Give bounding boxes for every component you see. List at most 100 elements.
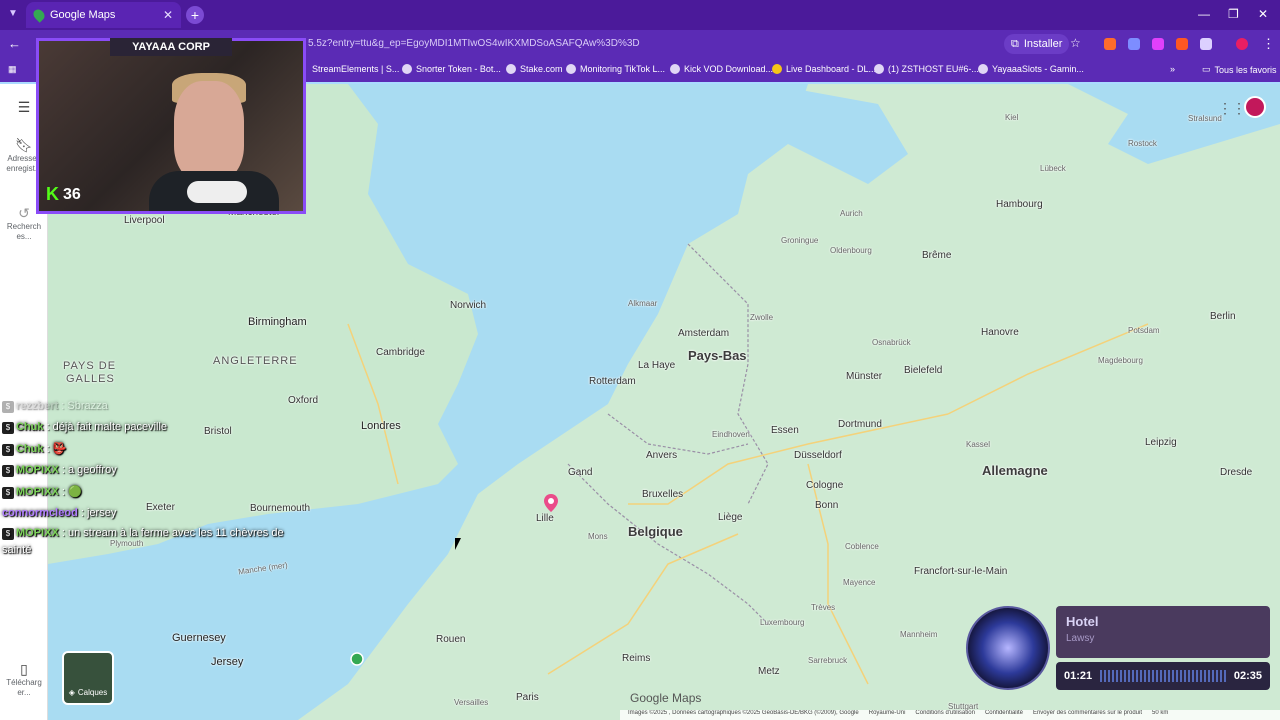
elapsed-time: 01:21 (1064, 670, 1093, 682)
bookmark-item[interactable]: Kick VOD Download... (670, 64, 773, 74)
map-label-city: Liège (718, 512, 743, 523)
waveform (1100, 670, 1226, 682)
song-info: Hotel Lawsy (1056, 606, 1270, 658)
bookmark-item[interactable]: (1) ZSTHOST EU#6-... (874, 64, 979, 74)
more-bookmarks-icon[interactable]: » (1170, 64, 1175, 74)
map-label-city: Versailles (454, 698, 489, 707)
maximize-icon[interactable]: ❐ (1228, 7, 1239, 21)
region-link[interactable]: Royaume-Uni (869, 710, 906, 720)
place-marker-icon[interactable] (350, 652, 364, 666)
map-footer: Images ©2025 , Données cartographiques ©… (620, 710, 1280, 720)
google-maps-logo: Google Maps (630, 691, 702, 705)
map-label-city: Francfort-sur-le-Main (914, 566, 1008, 577)
map-label-city: Mons (588, 532, 608, 541)
microphone (187, 181, 247, 203)
chat-badge-icon: $ (2, 528, 14, 540)
map-label-city: Paris (516, 692, 539, 703)
chat-message: $ rezzbert : Sbrazza (2, 400, 342, 413)
map-label-city: Mayence (843, 578, 876, 587)
playback-bar: 01:21 02:35 (1056, 662, 1270, 690)
map-label-city: Stralsund (1188, 114, 1222, 123)
all-favorites-folder[interactable]: ▭ Tous les favoris (1202, 64, 1277, 75)
tab-google-maps[interactable]: Google Maps ✕ (26, 2, 181, 28)
map-label-city: Dresde (1220, 467, 1253, 478)
extension-icon[interactable] (1104, 38, 1116, 50)
location-pin-icon[interactable] (544, 494, 558, 512)
chat-message-continuation: sainté (2, 544, 32, 556)
bookmark-item[interactable]: Stake.com (506, 64, 563, 74)
map-label-city: Metz (758, 666, 780, 677)
map-label-country: Allemagne (982, 463, 1048, 478)
map-label-city: Londres (361, 420, 401, 432)
minimize-icon[interactable]: — (1198, 7, 1210, 21)
map-label-city: Eindhoven (712, 430, 750, 439)
account-avatar[interactable] (1244, 96, 1266, 118)
bookmark-item[interactable]: StreamElements | S... (312, 64, 399, 74)
map-label-city: Guernesey (172, 632, 226, 644)
bookmark-favicon-icon (402, 64, 412, 74)
chat-badge-icon: $ (2, 465, 14, 477)
download-app-button[interactable]: ▯ Télécharg er... (0, 662, 48, 698)
song-title: Hotel (1066, 614, 1099, 629)
scale-label: 50 km (1152, 710, 1169, 716)
tab-dropdown-icon[interactable]: ▼ (8, 8, 18, 19)
map-label-city: Liverpool (124, 215, 165, 226)
map-label-city: Gand (568, 467, 593, 478)
back-arrow-icon[interactable]: ← (8, 36, 21, 51)
map-label-region: ANGLETERRE (213, 355, 298, 367)
profile-avatar-icon[interactable] (1236, 38, 1248, 50)
chat-message: $ MOPIXX : un stream à la ferme avec les … (2, 527, 342, 540)
star-icon[interactable]: ☆ (1070, 36, 1081, 50)
close-tab-icon[interactable]: ✕ (163, 8, 173, 22)
extension-icon[interactable] (1128, 38, 1140, 50)
map-label-city: Mannheim (900, 630, 938, 639)
map-label-city: Lille (536, 513, 554, 524)
map-label-city: Berlin (1210, 311, 1236, 322)
bookmark-item[interactable]: Monitoring TikTok L... (566, 64, 665, 74)
chat-message: $ MOPIXX : a geoffroy (2, 464, 342, 477)
map-label-city: Magdebourg (1098, 356, 1143, 365)
map-label-city: Essen (771, 425, 799, 436)
map-label-city: Sarrebruck (808, 656, 848, 665)
privacy-link[interactable]: Confidentialité (985, 710, 1023, 720)
viewer-count: K 36 (46, 184, 81, 204)
map-label-city: Reims (622, 653, 651, 664)
map-label-city: Rouen (436, 634, 466, 645)
chat-message: $ Chuk : 👺 (2, 442, 342, 456)
extensions-puzzle-icon[interactable] (1200, 38, 1212, 50)
bookmark-favicon-icon (978, 64, 988, 74)
map-label-city: Osnabrück (872, 338, 911, 347)
chat-badge-icon: $ (2, 422, 14, 434)
extension-icon[interactable] (1176, 38, 1188, 50)
bookmark-item[interactable]: Live Dashboard - DL... (772, 64, 876, 74)
bookmark-item[interactable]: Snorter Token - Bot... (402, 64, 501, 74)
bookmark-favicon-icon (874, 64, 884, 74)
map-label-city: Rostock (1128, 139, 1157, 148)
chat-badge-icon: $ (2, 487, 14, 499)
layers-icon: ◈ (68, 688, 75, 697)
url-field[interactable]: 5.5z?entry=ttu&g_ep=EgoyMDI1MTIwOS4wIKXM… (308, 38, 640, 49)
menu-kebab-icon[interactable]: ⋮ (1262, 36, 1275, 52)
install-button[interactable]: ⧉ Installer (1004, 34, 1070, 54)
extension-icon[interactable] (1152, 38, 1164, 50)
map-label-city: Düsseldorf (794, 450, 842, 461)
map-label-city: Bruxelles (642, 489, 684, 500)
install-label: Installer (1023, 38, 1063, 50)
close-window-icon[interactable]: ✕ (1258, 7, 1268, 21)
map-label-city: Cologne (806, 480, 844, 491)
duration-time: 02:35 (1233, 670, 1262, 682)
apps-grid-icon[interactable]: ▦ (8, 64, 17, 75)
terms-link[interactable]: Conditions d'utilisation (915, 710, 975, 720)
feedback-link[interactable]: Envoyer des commentaires sur le produit (1033, 710, 1142, 720)
map-label-country: Belgique (628, 524, 683, 539)
map-label-city: Trèves (811, 603, 836, 612)
map-label-city: Groningue (781, 236, 819, 245)
new-tab-button[interactable]: + (186, 6, 204, 24)
map-label-city: Norwich (450, 300, 487, 311)
map-label-city: Leipzig (1145, 437, 1177, 448)
map-label-city: La Haye (638, 360, 676, 371)
map-label-city: Rotterdam (589, 376, 636, 387)
bookmark-item[interactable]: YayaaaSlots - Gamin... (978, 64, 1084, 74)
map-label-city: Zwolle (750, 313, 774, 322)
layers-button[interactable]: ◈ Calques (62, 651, 114, 705)
